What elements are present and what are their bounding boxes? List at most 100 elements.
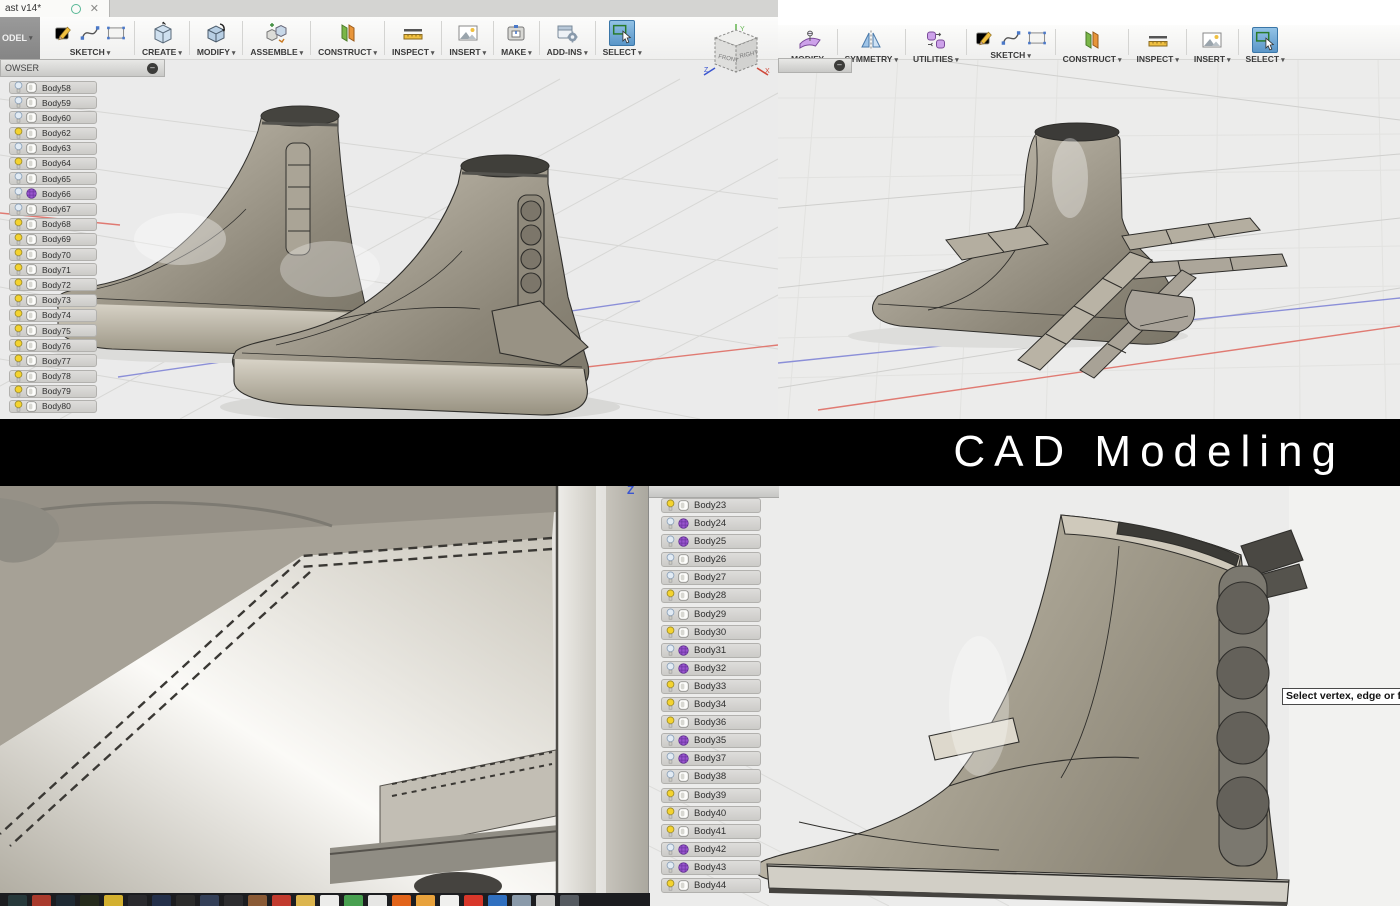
dock-app-icon[interactable] [368,895,387,906]
visibility-bulb-icon[interactable] [14,370,23,383]
browser-body-row[interactable]: Body64 [9,157,97,170]
rectangle-icon[interactable] [1026,27,1048,49]
dock-app-icon[interactable] [200,895,219,906]
browser-body-row[interactable]: Body67 [9,203,97,216]
browser-body-row[interactable]: Body44 [661,878,761,893]
toolbar-group-create[interactable]: CREATE▾ [135,17,189,59]
inspect-ruler-icon[interactable] [1145,27,1171,53]
visibility-bulb-icon[interactable] [666,698,675,711]
toolbar-group-construct[interactable]: CONSTRUCT▾ [311,17,384,59]
dock-app-icon[interactable] [296,895,315,906]
visibility-bulb-icon[interactable] [14,157,23,170]
toolbar-group-assemble[interactable]: ASSEMBLE▾ [243,17,310,59]
browser-body-row[interactable]: Body24 [661,516,761,531]
visibility-bulb-icon[interactable] [14,385,23,398]
browser-panel-header[interactable]: – [778,58,852,73]
browser-body-row[interactable]: Body28 [661,588,761,603]
dock-app-icon[interactable] [248,895,267,906]
browser-body-row[interactable]: Body33 [661,679,761,694]
dock-app-icon[interactable] [176,895,195,906]
visibility-bulb-icon[interactable] [666,752,675,765]
dock-app-icon[interactable] [488,895,507,906]
construct-planes-icon[interactable] [1079,27,1105,53]
visibility-bulb-icon[interactable] [14,218,23,231]
browser-body-row[interactable]: Body75 [9,324,97,337]
dock-app-icon[interactable] [344,895,363,906]
dock-app-icon[interactable] [224,895,243,906]
visibility-bulb-icon[interactable] [14,309,23,322]
browser-body-row[interactable]: Body41 [661,824,761,839]
visibility-bulb-icon[interactable] [666,879,675,892]
browser-body-row[interactable]: Body40 [661,806,761,821]
close-tab-icon[interactable]: ✕ [90,1,99,18]
symmetry-icon[interactable] [858,27,884,53]
collapse-panel-icon[interactable]: – [834,60,845,71]
browser-body-row[interactable]: Body60 [9,111,97,124]
toolbar-group-select[interactable]: SELECT▾ [1239,25,1292,59]
visibility-bulb-icon[interactable] [14,203,23,216]
visibility-bulb-icon[interactable] [14,111,23,124]
browser-body-row[interactable]: Body34 [661,697,761,712]
view-cube[interactable]: Y Z X FRONT RIGHT [702,22,774,86]
visibility-bulb-icon[interactable] [14,278,23,291]
browser-body-row[interactable]: Body59 [9,96,97,109]
workspace-dropdown[interactable]: ODEL▾ [0,17,40,59]
browser-body-row[interactable]: Body62 [9,127,97,140]
visibility-bulb-icon[interactable] [666,843,675,856]
insert-image-icon[interactable] [455,20,481,46]
dock-app-icon[interactable] [416,895,435,906]
toolbar-group-select[interactable]: SELECT▾ [596,17,649,59]
toolbar-group-modify[interactable]: MODIFY▾ [190,17,243,59]
utilities-icon[interactable] [923,27,949,53]
visibility-bulb-icon[interactable] [666,499,675,512]
visibility-bulb-icon[interactable] [14,294,23,307]
make-printer-icon[interactable] [503,20,529,46]
browser-body-row[interactable]: Body70 [9,248,97,261]
browser-body-row[interactable]: Body58 [9,81,97,94]
dock-app-icon[interactable] [464,895,483,906]
select-cursor-icon[interactable] [609,20,635,46]
visibility-bulb-icon[interactable] [666,517,675,530]
dock-app-icon[interactable] [104,895,123,906]
sketch-icon[interactable] [974,27,996,49]
visibility-bulb-icon[interactable] [14,354,23,367]
visibility-bulb-icon[interactable] [666,770,675,783]
toolbar-group-make[interactable]: MAKE▾ [494,17,539,59]
browser-body-row[interactable]: Body30 [661,625,761,640]
visibility-bulb-icon[interactable] [14,127,23,140]
dock-app-icon[interactable] [152,895,171,906]
dock-app-icon[interactable] [128,895,147,906]
viewport-two-boots[interactable] [0,59,778,419]
visibility-bulb-icon[interactable] [14,324,23,337]
modify-box-icon[interactable] [203,20,229,46]
browser-body-row[interactable]: Body76 [9,339,97,352]
browser-body-row[interactable]: Body63 [9,142,97,155]
dock-app-icon[interactable] [8,895,27,906]
browser-body-row[interactable]: Body38 [661,769,761,784]
visibility-bulb-icon[interactable] [666,662,675,675]
sketch-icon[interactable] [53,22,75,44]
browser-body-row[interactable]: Body39 [661,788,761,803]
visibility-bulb-icon[interactable] [666,608,675,621]
toolbar-group-modify[interactable]: MODIFY▾ [784,25,837,59]
spline-icon[interactable] [1000,27,1022,49]
assemble-icon[interactable] [264,20,290,46]
browser-body-row[interactable]: Body27 [661,570,761,585]
dock-app-icon[interactable] [80,895,99,906]
browser-body-row[interactable]: Body73 [9,294,97,307]
construct-planes-icon[interactable] [335,20,361,46]
dock-app-icon[interactable] [440,895,459,906]
browser-body-row[interactable]: Body80 [9,400,97,413]
visibility-bulb-icon[interactable] [14,187,23,200]
browser-body-row[interactable]: Body42 [661,842,761,857]
browser-body-row[interactable]: Body37 [661,751,761,766]
browser-body-row[interactable]: Body74 [9,309,97,322]
dock-app-icon[interactable] [560,895,579,906]
visibility-bulb-icon[interactable] [666,626,675,639]
toolbar-group-construct[interactable]: CONSTRUCT▾ [1056,25,1129,59]
toolbar-group-insert[interactable]: INSERT▾ [1187,25,1238,59]
closeup-canvas[interactable] [0,486,648,893]
visibility-bulb-icon[interactable] [666,825,675,838]
browser-body-row[interactable]: Body79 [9,385,97,398]
rectangle-icon[interactable] [105,22,127,44]
